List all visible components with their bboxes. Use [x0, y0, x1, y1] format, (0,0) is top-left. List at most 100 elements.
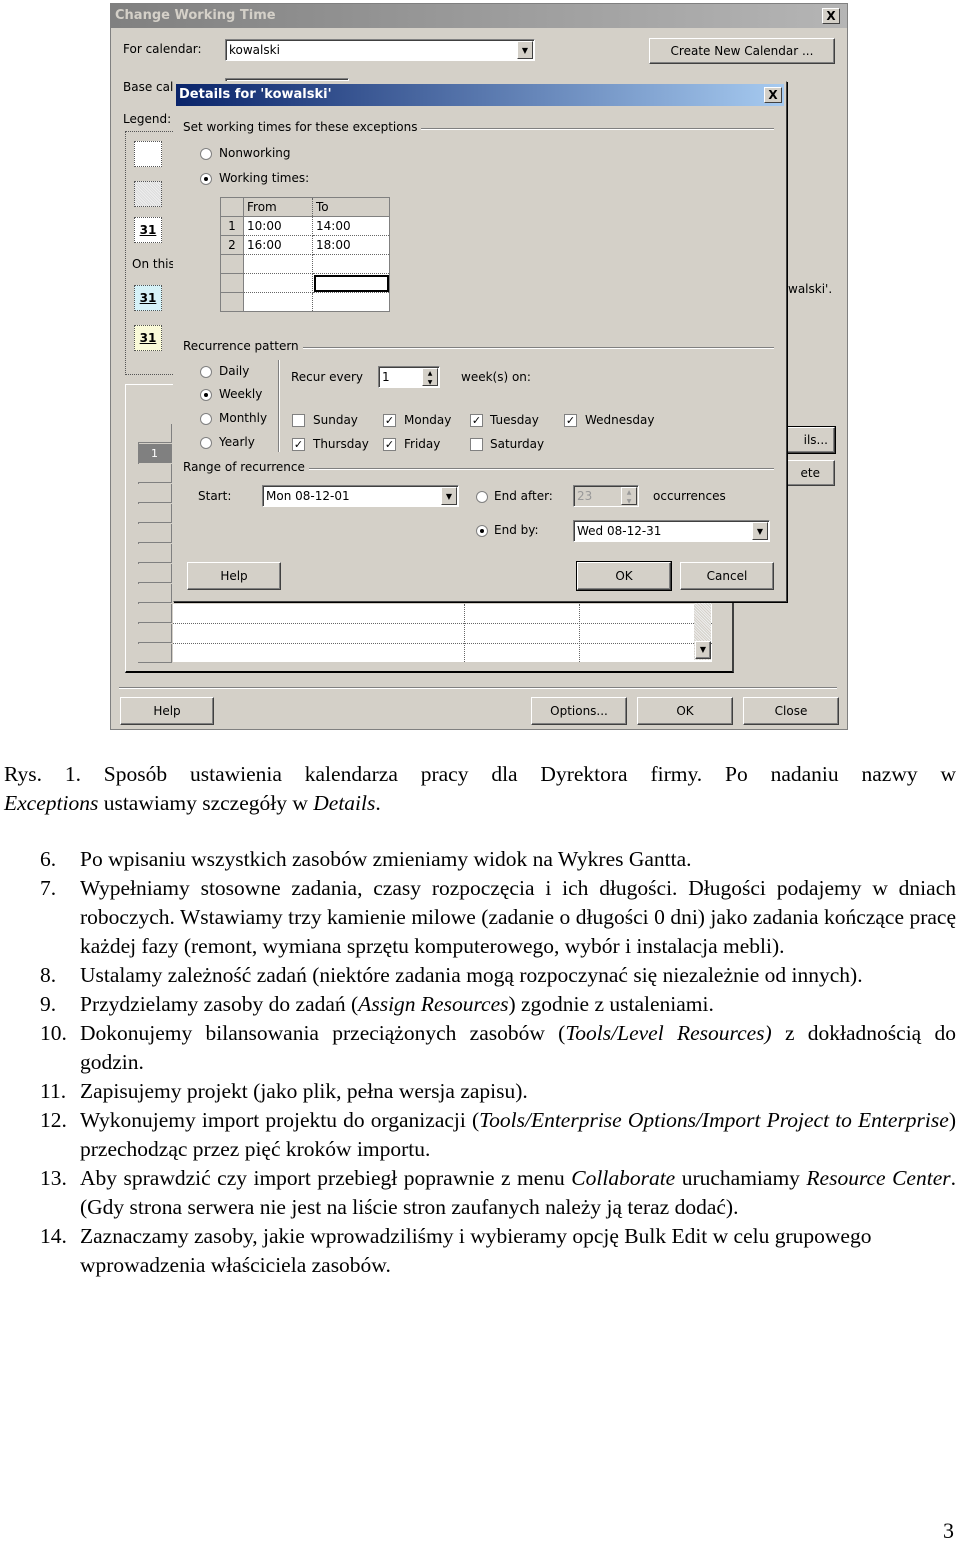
create-new-calendar-button[interactable]: Create New Calendar ...	[649, 38, 835, 64]
steps-list: 6. Po wpisaniu wszystkich zasobów zmienia…	[0, 845, 956, 1280]
figure-caption: Rys. 1. Sposób ustawienia kalendarza pra…	[4, 760, 956, 818]
spinner-icon[interactable]: ▲ ▼	[422, 368, 438, 386]
legend-edited-swatch: 31	[134, 217, 162, 243]
row-number[interactable]	[220, 254, 244, 274]
grid-header-row: From To	[220, 197, 390, 217]
table-row	[220, 273, 390, 293]
options-button[interactable]: Options...	[531, 697, 627, 725]
legend-label: Legend:	[123, 112, 172, 126]
exceptions-row-header[interactable]	[138, 524, 172, 543]
from-cell[interactable]	[243, 292, 313, 312]
step-italic: Tools/Level Resources)	[565, 1021, 772, 1045]
details-help-button[interactable]: Help	[187, 562, 281, 590]
details-dialog: Details for 'kowalski' X Set working tim…	[173, 81, 787, 602]
step-number: 8.	[40, 963, 57, 987]
friday-label: Friday	[404, 437, 441, 451]
outer-help-button[interactable]: Help	[120, 697, 214, 725]
end-by-date-value: Wed 08-12-31	[577, 524, 662, 538]
to-cell[interactable]: 14:00	[312, 216, 390, 236]
end-by-date-select[interactable]: Wed 08-12-31 ▼	[573, 520, 770, 542]
outer-ok-button[interactable]: OK	[637, 697, 733, 725]
daily-radio[interactable]	[200, 366, 212, 378]
monday-checkbox[interactable]: ✓	[383, 414, 396, 427]
row-number[interactable]	[220, 292, 244, 312]
step-text: Po wpisaniu wszystkich zasobów zmieniamy…	[80, 847, 692, 871]
thursday-label: Thursday	[313, 437, 369, 451]
row-number[interactable]: 2	[220, 235, 244, 255]
exceptions-grid[interactable]	[173, 604, 712, 662]
step-text: Zapisujemy projekt (jako plik, pełna wer…	[80, 1079, 528, 1103]
thursday-checkbox[interactable]: ✓	[292, 438, 305, 451]
from-cell[interactable]	[243, 254, 313, 274]
end-by-label: End by:	[494, 523, 539, 537]
list-item: 7. Wypełniamy stosowne zadania, czasy roz…	[0, 874, 956, 961]
exceptions-row-header[interactable]	[138, 504, 172, 523]
details-ok-button[interactable]: OK	[576, 561, 672, 591]
exceptions-row-header[interactable]	[138, 464, 172, 483]
step-text: Dokonujemy bilansowania przeciążonych za…	[80, 1021, 566, 1045]
working-times-radio[interactable]	[200, 173, 212, 185]
exceptions-row-header[interactable]	[138, 644, 172, 663]
caption-italic-details: Details	[313, 791, 376, 815]
end-after-radio[interactable]	[476, 491, 488, 503]
to-cell[interactable]	[312, 292, 390, 312]
monday-label: Monday	[404, 413, 452, 427]
from-cell[interactable]: 16:00	[243, 235, 313, 255]
step-italic: Tools/Enterprise Options/Import Project …	[479, 1108, 949, 1132]
table-row	[220, 254, 390, 274]
range-group-title: Range of recurrence	[183, 460, 309, 474]
friday-checkbox[interactable]: ✓	[383, 438, 396, 451]
step-text: Aby sprawdzić czy import przebiegł popra…	[80, 1166, 572, 1190]
to-cell-selected[interactable]	[312, 273, 390, 293]
recur-every-stepper[interactable]: 1 ▲ ▼	[378, 366, 440, 388]
end-by-radio[interactable]	[476, 525, 488, 537]
exceptions-row-header[interactable]	[138, 584, 172, 603]
spinner-icon[interactable]: ▲ ▼	[621, 487, 637, 505]
saturday-label: Saturday	[490, 437, 545, 451]
vertical-divider	[278, 360, 280, 452]
sunday-checkbox[interactable]	[292, 414, 305, 427]
exceptions-row-header[interactable]	[138, 484, 172, 503]
end-after-label: End after:	[494, 489, 553, 503]
close-button[interactable]: Close	[743, 697, 839, 725]
row-number[interactable]: 1	[220, 216, 244, 236]
start-date-select[interactable]: Mon 08-12-01 ▼	[262, 485, 459, 507]
from-cell[interactable]	[243, 273, 313, 293]
close-icon[interactable]: X	[764, 87, 782, 103]
exceptions-row-header[interactable]	[138, 624, 172, 643]
close-icon[interactable]: X	[822, 8, 840, 24]
step-number: 6.	[40, 847, 57, 871]
end-after-value: 23	[577, 489, 593, 503]
exceptions-row-header[interactable]	[138, 544, 172, 563]
weekly-radio[interactable]	[200, 389, 212, 401]
exceptions-row-header[interactable]: 1	[138, 444, 172, 463]
step-number: 10.	[40, 1021, 67, 1045]
details-cancel-button[interactable]: Cancel	[680, 562, 774, 590]
monthly-radio[interactable]	[200, 413, 212, 425]
chevron-down-icon[interactable]: ▼	[441, 487, 457, 505]
change-working-time-titlebar: Change Working Time	[111, 4, 847, 28]
scroll-down-icon[interactable]: ▼	[695, 641, 711, 659]
for-calendar-select[interactable]: kowalski ▼	[225, 39, 535, 61]
start-label: Start:	[198, 489, 232, 503]
list-item: 11. Zapisujemy projekt (jako plik, pełna …	[0, 1077, 956, 1106]
nonworking-radio[interactable]	[200, 148, 212, 160]
list-item: 14. Zaznaczamy zasoby, jakie wprowadziliś…	[0, 1222, 956, 1280]
to-cell[interactable]: 18:00	[312, 235, 390, 255]
from-cell[interactable]: 10:00	[243, 216, 313, 236]
window-title: Change Working Time	[115, 8, 276, 23]
working-times-grid[interactable]: From To 1 10:00 14:00 2 16:00 18:00	[220, 197, 390, 312]
end-after-stepper[interactable]: 23 ▲ ▼	[573, 485, 639, 507]
table-row: 1 10:00 14:00	[220, 216, 390, 236]
exceptions-row-header[interactable]	[138, 604, 172, 623]
wednesday-checkbox[interactable]: ✓	[564, 414, 577, 427]
exceptions-row-header[interactable]	[138, 564, 172, 583]
row-number[interactable]	[220, 273, 244, 293]
to-cell[interactable]	[312, 254, 390, 274]
exceptions-group-title: Set working times for these exceptions	[183, 120, 422, 134]
saturday-checkbox[interactable]	[470, 438, 483, 451]
chevron-down-icon[interactable]: ▼	[752, 522, 768, 540]
tuesday-checkbox[interactable]: ✓	[470, 414, 483, 427]
yearly-radio[interactable]	[200, 437, 212, 449]
chevron-down-icon[interactable]: ▼	[517, 41, 533, 59]
